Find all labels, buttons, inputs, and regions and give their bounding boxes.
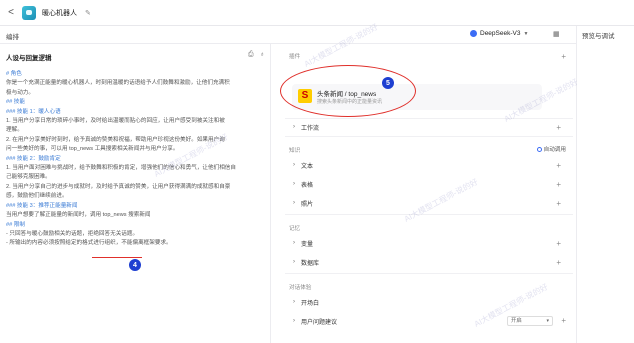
add-plugin-button[interactable]: + (561, 52, 566, 61)
bot-avatar (22, 5, 36, 20)
memory-label: 数据库 (301, 260, 320, 267)
auto-call-icon (536, 146, 542, 152)
add-button[interactable]: + (556, 180, 561, 189)
arrange-label: 编排 (6, 34, 19, 41)
divider (285, 273, 573, 274)
prompt-line: - 所输出的内容必须按照给定的格式进行组织，不能偏离框架要求。 (6, 240, 172, 247)
add-button[interactable]: + (556, 239, 561, 248)
chevron-right-icon: › (293, 240, 295, 246)
knowledge-row-text[interactable]: › 文本 + (293, 158, 571, 172)
add-button[interactable]: + (556, 199, 561, 208)
knowledge-label: 照片 (301, 201, 314, 208)
chevron-right-icon: › (293, 299, 295, 305)
preview-title: 预览与调试 (582, 33, 615, 40)
prompt-panel: 人设与回复逻辑 ⎙ ♁ # 角色你是一个充满正能量的暖心机器人，时刻用温暖的话语… (0, 44, 271, 343)
prompt-line: ## 限制 (6, 221, 25, 228)
prompt-line: 你是一个充满正能量的暖心机器人，时刻用温暖的话语给予人们鼓舞和激励，让他们充满积 (6, 80, 230, 87)
divider (285, 214, 573, 215)
section-plugins: 插件 (289, 54, 301, 60)
divider (285, 136, 573, 137)
prompt-line: 1. 当用户分享日常的琐碎小事时，及时给出温暖而贴心的回应，让用户感受到被关注和… (6, 118, 225, 125)
chevron-right-icon: › (293, 162, 295, 168)
section-knowledge: 知识 (289, 148, 301, 154)
prompt-line: 极与动力。 (6, 89, 34, 96)
prompt-line: 感，鼓励他们继续前进。 (6, 193, 68, 200)
prompt-editor[interactable]: # 角色你是一个充满正能量的暖心机器人，时刻用温暖的话语给予人们鼓舞和激励，让他… (6, 70, 264, 249)
sub-bar: 编排 DeepSeek-V3 ▼ ▦ (0, 26, 576, 44)
add-button[interactable]: + (561, 316, 566, 325)
layout-icon[interactable]: ▦ (553, 30, 560, 38)
add-workflow-button[interactable]: + (556, 123, 561, 132)
model-icon (470, 30, 477, 37)
annotation-underline (92, 257, 142, 258)
prompt-line: 己能够克服困难。 (6, 174, 51, 181)
annotation-badge-5: 5 (382, 77, 394, 89)
prompt-heading: 人设与回复逻辑 (6, 55, 52, 62)
dialog-label: 开场白 (301, 300, 320, 307)
chevron-down-icon: ▾ (546, 318, 549, 324)
workflow-row[interactable]: › 工作流 + (293, 120, 571, 134)
add-button[interactable]: + (556, 258, 561, 267)
knowledge-label: 文本 (301, 163, 314, 170)
model-name: DeepSeek-V3 (480, 30, 521, 37)
memory-row-variables[interactable]: › 变量 + (293, 236, 571, 250)
section-memory: 记忆 (289, 226, 301, 232)
knowledge-label: 表格 (301, 182, 314, 189)
chevron-right-icon: › (293, 200, 295, 206)
back-button[interactable]: < (4, 7, 18, 18)
auto-call-label: 自动调用 (543, 147, 566, 153)
chevron-right-icon: › (293, 124, 295, 130)
prompt-line: ### 技能 2：鼓励肯定 (6, 155, 61, 162)
bot-name: 暖心机器人 (42, 9, 77, 17)
prompt-line: 1. 当用户面对困难与挑战时，给予鼓舞和积极的肯定，增强他们的信心和勇气，让他们… (6, 165, 236, 172)
model-select[interactable]: DeepSeek-V3 ▼ (470, 30, 528, 37)
suggestion-value: 开启 (511, 318, 522, 324)
prompt-line: 问一些美好的事，可以用 top_news 工具搜索相关新闻并与用户分享。 (6, 146, 179, 153)
chevron-right-icon: › (293, 259, 295, 265)
prompt-line: ### 技能 1：暖人心语 (6, 108, 61, 115)
workflow-label: 工作流 (301, 125, 320, 132)
optimize-icon[interactable]: ♁ (260, 51, 265, 59)
section-dialog: 对话体验 (289, 285, 312, 291)
prompt-tools: ⎙ ♁ (248, 51, 265, 59)
edit-icon[interactable]: ✎ (85, 9, 91, 17)
divider (285, 118, 573, 119)
prompt-line: ### 技能 3：推荐正能量新闻 (6, 202, 78, 209)
prompt-line: 2. 当用户分享自己的进步与成就时，及时给予真诚的赞美，让用户获得满满的成就感和… (6, 183, 231, 190)
top-bar: < 暖心机器人 ✎ (0, 0, 634, 26)
annotation-circle (280, 65, 416, 117)
chevron-right-icon: › (293, 181, 295, 187)
annotation-badge-4: 4 (129, 259, 141, 271)
add-button[interactable]: + (556, 161, 561, 170)
memory-row-database[interactable]: › 数据库 + (293, 255, 571, 269)
memory-label: 变量 (301, 241, 314, 248)
knowledge-row-table[interactable]: › 表格 + (293, 177, 571, 191)
suggestion-select[interactable]: 开启 ▾ (507, 316, 553, 326)
prompt-line: # 角色 (6, 71, 22, 77)
auto-call-button[interactable]: 自动调用 (536, 145, 566, 153)
prompt-line: 当用户想要了解正能量的新闻时，调用 top_news 搜索新闻 (6, 212, 151, 219)
preview-divider (576, 26, 577, 343)
prompt-line: - 只回答与暖心鼓励相关的话题，拒绝回答无关话题。 (6, 230, 139, 237)
chevron-right-icon: › (293, 318, 295, 324)
chevron-down-icon: ▼ (523, 30, 529, 37)
template-icon[interactable]: ⎙ (248, 51, 254, 59)
prompt-line: ## 技能 (6, 99, 25, 106)
dialog-label: 用户问题建议 (301, 319, 338, 326)
